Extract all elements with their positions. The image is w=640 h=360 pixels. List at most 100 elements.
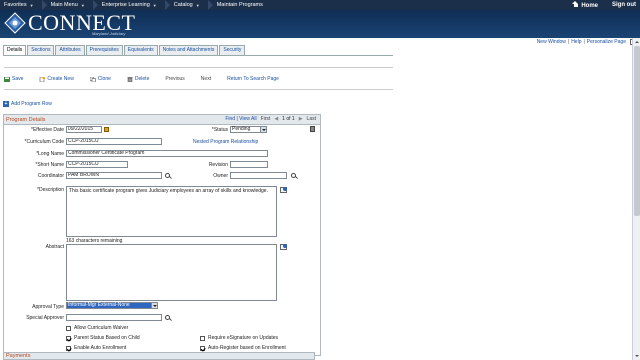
signout-link[interactable]: Sign out [612,2,636,8]
delete-button[interactable]: Delete [127,76,149,82]
scroll-down-icon[interactable] [634,353,640,359]
abstract-label: Abstract [45,244,64,250]
allow-waiver-checkbox[interactable]: Allow Curriculum Waiver [66,325,128,331]
toolbar-divider [4,89,393,90]
chevron-down-icon [260,127,266,132]
effective-date-input[interactable]: 09/22/2015 [66,126,102,133]
previous-button[interactable]: Previous [165,76,184,82]
vertical-scrollbar[interactable] [632,38,640,360]
chevron-down-icon: ▼ [195,2,200,8]
approval-type-label: Approval Type [32,304,64,310]
plus-icon: + [3,101,9,107]
toolbar: Save Create New Clone Delete Previous Ne… [4,74,295,84]
abstract-textarea[interactable] [66,244,277,301]
tab-divider [3,55,393,56]
payments-section-header: Payments [3,352,315,360]
delete-icon [127,76,133,82]
status-select[interactable]: Pending [230,126,267,133]
checkbox-box [200,345,205,351]
spellcheck-icon[interactable] [280,244,287,250]
checkbox-box [66,345,71,351]
status-label: *Status [211,127,228,133]
toolbar-divider [4,67,393,68]
owner-label: Owner [213,173,228,179]
tab-security[interactable]: Security [219,45,246,55]
tab-attributes[interactable]: Attributes [55,45,85,55]
short-name-label: *Short Name [35,162,64,168]
nav-favorites[interactable]: Favorites ▼ [0,0,42,10]
owner-input[interactable] [230,172,287,179]
auto-register-checkbox[interactable]: Auto-Register based on Enrollment [200,345,286,351]
save-button[interactable]: Save [4,76,23,82]
parent-status-checkbox[interactable]: Parent Status Based on Child [66,335,140,341]
auto-enroll-checkbox[interactable]: Enable Auto Enrollment [66,345,126,351]
add-program-row-button[interactable]: + Add Program Row [3,101,52,107]
save-icon [4,76,10,82]
nav-catalog[interactable]: Catalog ▼ [170,0,208,10]
spellcheck-icon[interactable] [280,187,287,193]
scroll-up-icon[interactable] [634,39,640,45]
description-textarea[interactable]: This basic certificate program gives Jud… [66,186,277,237]
approval-type-select[interactable]: Informal-Mgr External-None [66,302,158,309]
effective-date-label: *Effective Date [31,127,64,133]
coordinator-input[interactable]: PAM BROWN [66,172,162,179]
chevron-down-icon [151,303,157,308]
create-new-button[interactable]: Create New [39,76,74,82]
calendar-icon[interactable] [104,127,109,132]
description-label: *Description [37,187,64,193]
chevron-down-icon: ▼ [80,2,85,8]
home-link[interactable]: Home [572,1,598,9]
section-header: Program Details Find | View All First ◀ … [4,115,320,125]
link-divider: | [583,39,585,45]
next-row-icon[interactable]: ▶ [299,116,303,122]
nav-enterprise-learning[interactable]: Enterprise Learning ▼ [98,0,165,10]
next-button[interactable]: Next [201,76,211,82]
tab-details[interactable]: Details [3,45,27,55]
search-icon[interactable] [291,173,296,178]
checkbox-box [66,335,71,341]
curriculum-code-input[interactable]: CCP-2015CU [66,138,162,145]
long-name-label: *Long Name [36,151,64,157]
connect-logo-icon [4,12,26,34]
require-esig-checkbox[interactable]: Require eSignature on Updates [200,335,278,341]
header-links: New Window | Help | Personalize Page [537,39,626,45]
long-name-input[interactable]: Commissioner Certificate Program [66,150,268,157]
help-link[interactable]: Help [571,39,581,45]
special-approver-input[interactable] [66,314,162,321]
scroll-thumb[interactable] [634,46,640,216]
tab-sections[interactable]: Sections [27,45,55,55]
search-icon[interactable] [165,315,170,320]
revision-label: Revision [208,162,228,168]
brand-sub: Maryland Judiciary [92,31,126,36]
nested-program-link[interactable]: Nested Program Relationship [193,139,258,145]
search-icon[interactable] [165,173,170,178]
special-approver-label: Special Approver [26,315,64,321]
personalize-page-link[interactable]: Personalize Page [587,39,626,45]
new-document-icon [40,76,46,82]
curriculum-code-label: *Curriculum Code [24,139,64,145]
return-to-search-button[interactable]: Return To Search Page [227,76,279,82]
trash-icon[interactable] [310,126,315,132]
tab-prerequisites[interactable]: Prerequisites [85,45,123,55]
short-name-input[interactable]: CCP-2015CU [66,161,128,168]
nav-main-menu[interactable]: Main Menu ▼ [47,0,93,10]
top-nav: Favorites ▼ Main Menu ▼ Enterprise Learnin… [0,0,640,10]
nav-maintain-programs[interactable]: Maintain Programs [213,0,271,10]
coordinator-label: Coordinator [37,173,64,179]
section-title: Program Details [6,116,46,123]
last-link[interactable]: Last [307,116,316,122]
page-tabs: Details Sections Attributes Prerequisite… [3,45,246,55]
new-window-link[interactable]: New Window [537,39,566,45]
prev-row-icon[interactable]: ◀ [274,116,278,122]
chevron-down-icon: ▼ [152,2,157,8]
tab-notes-attachments[interactable]: Notes and Attachments [158,45,219,55]
first-link[interactable]: First [261,116,271,122]
clone-button[interactable]: Clone [89,76,111,82]
row-range: 1 of 1 [282,116,295,122]
chevron-down-icon: ▼ [29,2,34,8]
tab-equivalents[interactable]: Equivalents [123,45,158,55]
checkbox-box [66,325,71,331]
revision-input[interactable] [230,161,268,168]
checkbox-box [200,335,205,341]
find-link[interactable]: Find | View All [225,116,256,122]
